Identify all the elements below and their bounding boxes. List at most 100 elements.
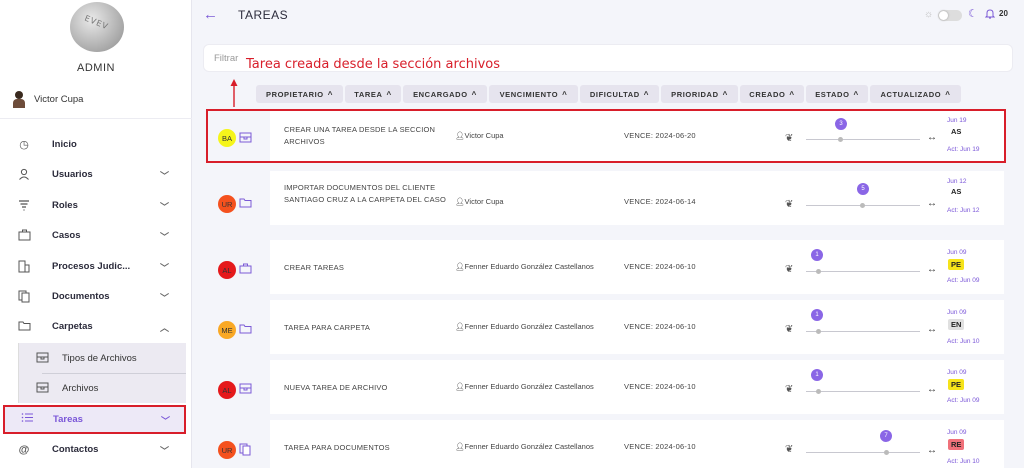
table-row[interactable]: UR TAREA PARA DOCUMENTOS 👤︎Fenner Eduard… — [208, 420, 1004, 468]
chevron-down-icon: ﹀ — [160, 263, 170, 273]
briefcase-icon — [239, 263, 252, 277]
sidebar-item-label: Carpetas — [52, 321, 93, 332]
owner-name: Fenner Eduardo González Castellanos — [464, 322, 594, 331]
sidebar-item-tareas[interactable]: Tareas ﹀ — [3, 405, 186, 434]
sidebar-item-label: Documentos — [52, 291, 110, 302]
column-label: DIFICULTAD — [589, 89, 640, 99]
priority-bubble: 1 — [811, 249, 823, 261]
slider-knob[interactable] — [884, 450, 889, 455]
sidebar-subitem-archivos[interactable]: Archivos — [36, 382, 99, 394]
owner-name: Fenner Eduardo González Castellanos — [464, 382, 594, 391]
table-row[interactable]: AL CREAR TAREAS 👤︎Fenner Eduardo Gonzále… — [208, 240, 1004, 294]
table-row[interactable]: AL NUEVA TAREA DE ARCHIVO 👤︎Fenner Eduar… — [208, 360, 1004, 414]
sidebar-item-roles[interactable]: Roles ﹀ — [0, 192, 188, 220]
priority-bubble: 5 — [857, 183, 869, 195]
updated-date: Act: Jun 09 — [947, 397, 980, 404]
column-encargado[interactable]: ENCARGADO ^ — [403, 85, 487, 103]
column-creado[interactable]: CREADO ^ — [740, 85, 804, 103]
sidebar-item-documentos[interactable]: Documentos ﹀ — [0, 283, 188, 311]
owner-badge: ME — [218, 321, 236, 339]
status-badge: PE — [948, 259, 965, 270]
due-date: VENCE: 2024-06-10 — [624, 382, 696, 391]
status-badge: PE — [948, 379, 965, 390]
user-icon — [17, 168, 31, 182]
current-user[interactable]: Victor Cupa — [12, 90, 83, 108]
priority-slider[interactable] — [806, 391, 920, 392]
roles-icon — [17, 199, 31, 213]
column-label: ENCARGADO — [413, 89, 468, 99]
table-row[interactable]: ME TAREA PARA CARPETA 👤︎Fenner Eduardo G… — [208, 300, 1004, 354]
theme-toggle[interactable] — [938, 10, 962, 21]
column-label: PRIORIDAD — [671, 89, 719, 99]
column-tarea[interactable]: TAREA ^ — [345, 85, 401, 103]
task-owner: 👤︎Fenner Eduardo González Castellanos — [455, 262, 594, 271]
column-label: VENCIMIENTO — [499, 89, 559, 99]
owner-badge: UR — [218, 441, 236, 459]
owner-name: Fenner Eduardo González Castellanos — [464, 262, 594, 271]
priority-slider[interactable] — [806, 271, 920, 272]
slider-knob[interactable] — [816, 329, 821, 334]
task-title: IMPORTAR DOCUMENTOS DEL CLIENTE SANTIAGO… — [284, 183, 447, 204]
sidebar-item-label: Tareas — [53, 414, 83, 425]
sidebar-item-usuarios[interactable]: Usuarios ﹀ — [0, 161, 188, 189]
slider-knob[interactable] — [816, 389, 821, 394]
sidebar-item-contactos[interactable]: @ Contactos ﹀ — [0, 436, 188, 464]
leaf-icon: ❦ — [785, 384, 794, 395]
updated-date: Act: Jun 10 — [947, 338, 980, 345]
user-avatar-icon — [12, 90, 26, 108]
owner-badge: UR — [218, 195, 236, 213]
sidebar-item-procesos[interactable]: Procesos Judic... ﹀ — [0, 253, 188, 281]
clock-icon: ◷ — [19, 139, 29, 151]
sidebar-item-carpetas[interactable]: Carpetas ︿ — [0, 313, 188, 341]
priority-slider[interactable] — [806, 331, 920, 332]
bell-icon[interactable] — [984, 8, 996, 22]
column-propietario[interactable]: PROPIETARIO ^ — [256, 85, 343, 103]
page-title: TAREAS — [238, 8, 289, 22]
back-arrow-icon[interactable]: ← — [203, 6, 218, 23]
sidebar: EVEV ADMIN Victor Cupa ◷ Inicio Usuarios… — [0, 0, 192, 468]
sidebar-item-inicio[interactable]: ◷ Inicio — [0, 131, 188, 159]
admin-label: ADMIN — [77, 62, 115, 74]
sidebar-subitem-tipos-archivos[interactable]: Tipos de Archivos — [36, 352, 137, 364]
admin-avatar[interactable]: EVEV — [70, 2, 124, 52]
created-date: Jun 09 — [947, 369, 967, 376]
sidebar-item-casos[interactable]: Casos ﹀ — [0, 222, 188, 250]
sidebar-subitem-label: Archivos — [62, 383, 99, 394]
priority-bubble: 1 — [811, 309, 823, 321]
column-label: ESTADO — [815, 89, 850, 99]
dumbbell-icon: ↔ — [927, 264, 937, 275]
column-label: TAREA — [354, 89, 383, 99]
folder-icon — [17, 320, 31, 334]
status-badge: EN — [948, 319, 965, 330]
column-actualizado[interactable]: ACTUALIZADO ^ — [870, 85, 961, 103]
archive-box-icon — [36, 352, 50, 364]
caret-up-icon: ^ — [327, 89, 333, 99]
task-title: TAREA PARA CARPETA — [284, 323, 371, 332]
column-label: ACTUALIZADO — [880, 89, 942, 99]
column-label: CREADO — [749, 89, 786, 99]
column-vencimiento[interactable]: VENCIMIENTO ^ — [489, 85, 578, 103]
leaf-icon: ❦ — [785, 324, 794, 335]
priority-slider[interactable] — [806, 452, 920, 453]
column-prioridad[interactable]: PRIORIDAD ^ — [661, 85, 738, 103]
building-icon — [17, 260, 31, 274]
column-estado[interactable]: ESTADO ^ — [806, 85, 868, 103]
due-date: VENCE: 2024-06-10 — [624, 442, 696, 451]
user-name: Victor Cupa — [34, 93, 84, 105]
column-dificultad[interactable]: DIFICULTAD ^ — [580, 85, 659, 103]
highlight-box — [206, 109, 1006, 163]
created-date: Jun 09 — [947, 429, 967, 436]
slider-knob[interactable] — [816, 269, 821, 274]
table-row[interactable]: UR IMPORTAR DOCUMENTOS DEL CLIENTE SANTI… — [208, 171, 1004, 225]
slider-knob[interactable] — [860, 203, 865, 208]
leaf-icon: ❦ — [785, 199, 794, 210]
archive-box-icon — [36, 382, 50, 394]
chevron-down-icon: ﹀ — [160, 446, 170, 456]
caret-up-icon: ^ — [722, 89, 728, 99]
submenu-divider — [42, 373, 186, 374]
sidebar-subitem-label: Tipos de Archivos — [62, 353, 137, 364]
notification-count: 20 — [999, 9, 1008, 18]
created-date: Jun 12 — [947, 178, 967, 185]
documents-icon — [239, 443, 251, 459]
owner-name: Victor Cupa — [464, 197, 504, 206]
